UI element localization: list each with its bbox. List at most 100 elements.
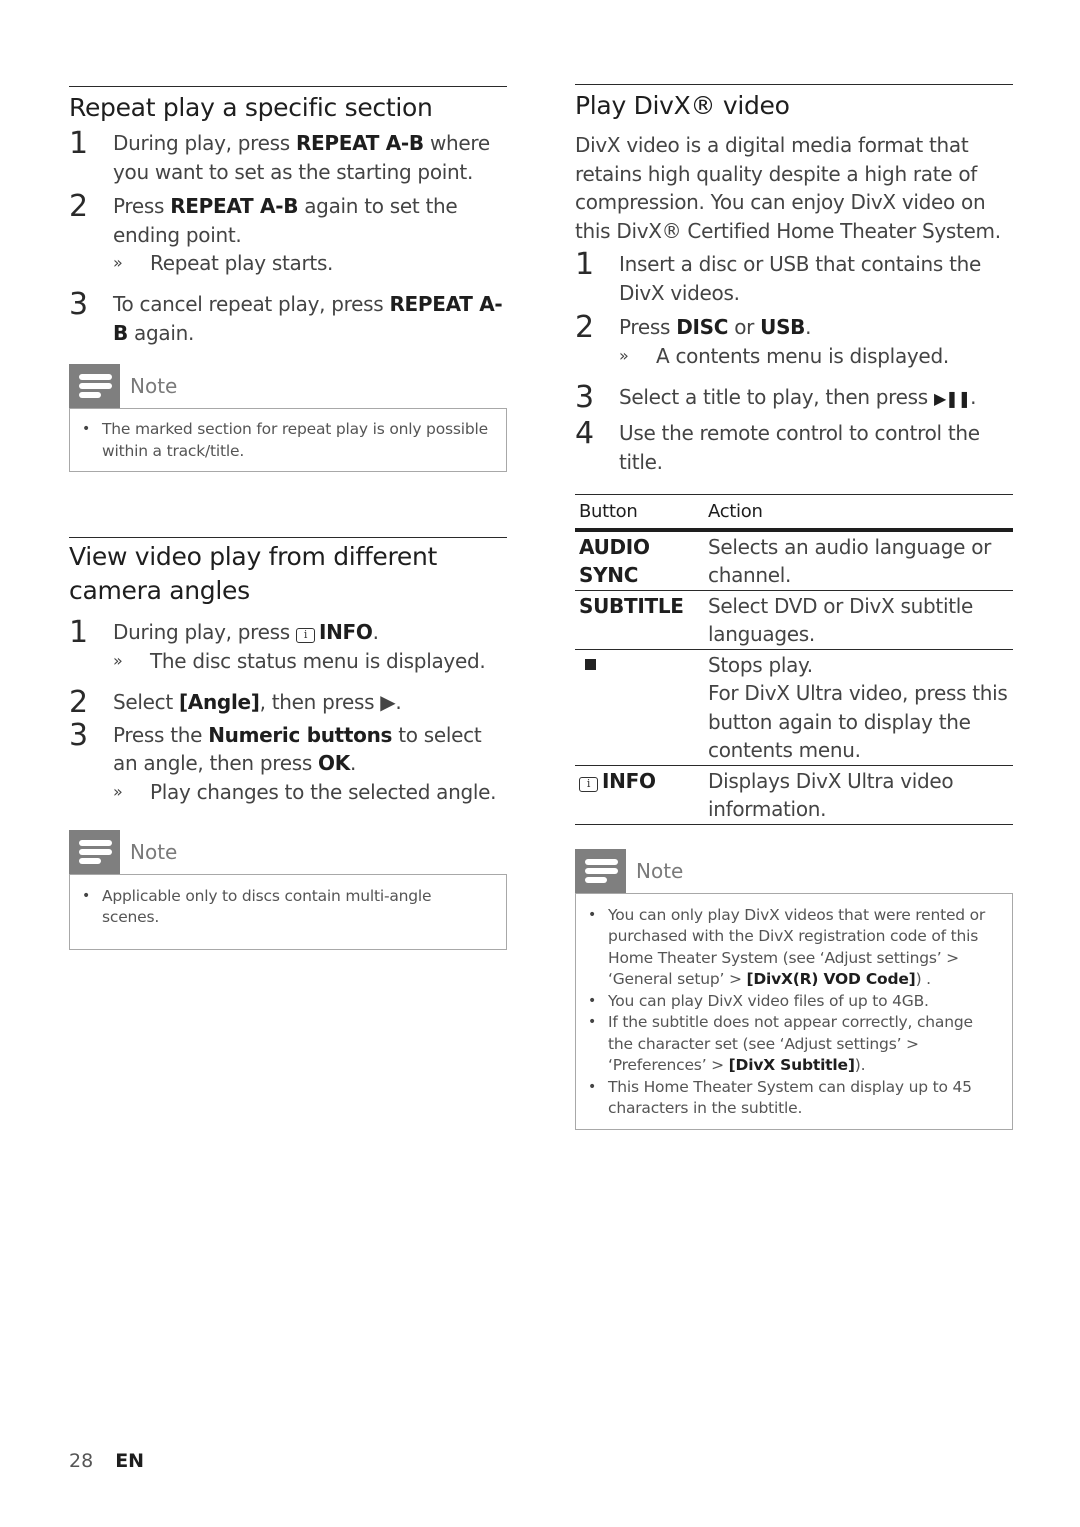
page-number: 28 xyxy=(69,1450,94,1472)
step-text: Press DISC or USB. xyxy=(619,315,812,339)
button-name: Numeric buttons xyxy=(208,722,393,747)
language-code: EN xyxy=(115,1450,145,1472)
step-text: During play, press i INFO. xyxy=(113,620,379,644)
section-title: Play DivX® video xyxy=(575,91,790,120)
step-text: Press REPEAT A-B again to set the ending… xyxy=(113,194,458,247)
step-text: Use the remote control to control the ti… xyxy=(619,421,980,474)
step-text: To cancel repeat play, press REPEAT A-B … xyxy=(113,292,503,345)
note-bullet: • You can play DivX video files of up to … xyxy=(588,991,998,1013)
stop-icon xyxy=(585,658,596,670)
section-camera-angles: View video play from different camera an… xyxy=(69,537,507,950)
note-label: Note xyxy=(636,858,684,883)
step-2: 2 Press REPEAT A-B again to set the endi… xyxy=(69,192,507,277)
action-cell: Selects an audio language or channel. xyxy=(704,529,1013,591)
button-cell: AUDIO SYNC xyxy=(575,529,704,591)
info-icon: i xyxy=(579,776,598,792)
step-1: 1 During play, press REPEAT A-B where yo… xyxy=(69,129,507,186)
note-box: Note • The marked section for repeat play… xyxy=(69,364,507,472)
table-row: Stops play. For DivX Ultra video, press … xyxy=(575,649,1013,766)
step-number: 2 xyxy=(575,310,595,345)
note-icon xyxy=(69,364,120,408)
section-rule xyxy=(575,84,1013,85)
section-rule xyxy=(69,86,507,87)
result-marker-icon: » xyxy=(113,650,123,670)
note-icon xyxy=(69,829,120,874)
page-footer: 28 EN xyxy=(69,1450,144,1472)
action-cell: Displays DivX Ultra video information. xyxy=(704,765,1013,825)
bullet-icon: • xyxy=(588,906,597,923)
menu-option: [DivX(R) VOD Code] xyxy=(746,970,916,988)
note-bullet: • Applicable only to discs contain multi-… xyxy=(82,886,492,929)
step-result: » A contents menu is displayed. xyxy=(619,343,949,368)
step-text: Insert a disc or USB that contains the D… xyxy=(619,252,981,305)
button-name: USB xyxy=(760,315,806,339)
step-2: 2 Select [Angle], then press ▶. xyxy=(69,684,507,720)
result-marker-icon: » xyxy=(619,345,629,365)
step-text: During play, press REPEAT A-B where you … xyxy=(113,131,490,184)
step-number: 1 xyxy=(575,247,595,282)
step-result: » Repeat play starts. xyxy=(113,251,334,275)
table-row: AUDIO SYNC Selects an audio language or … xyxy=(575,529,1013,591)
note-box: Note • You can only play DivX videos that… xyxy=(575,848,1013,1130)
note-box: Note • Applicable only to discs contain m… xyxy=(69,829,507,950)
table-header-row: Button Action xyxy=(575,494,1013,532)
button-action-table: Button Action AUDIO SYNC Selects an audi… xyxy=(575,494,1013,825)
step-number: 3 xyxy=(575,379,595,415)
step-number: 2 xyxy=(69,684,89,720)
action-cell: Select DVD or DivX subtitle languages. xyxy=(704,590,1013,650)
button-name: REPEAT A-B xyxy=(170,194,299,218)
result-marker-icon: » xyxy=(113,781,123,801)
button-cell xyxy=(575,649,704,766)
note-label: Note xyxy=(130,374,178,398)
step-4: 4 Use the remote control to control the … xyxy=(575,419,1013,476)
button-name: REPEAT A-B xyxy=(295,131,424,155)
step-result: » The disc status menu is displayed. xyxy=(113,648,486,673)
section-repeat-ab: Repeat play a specific section 1 During … xyxy=(69,86,507,472)
step-text: Select [Angle], then press ▶. xyxy=(113,689,402,714)
note-bullet: • You can only play DivX videos that were… xyxy=(588,905,998,991)
column-header-button: Button xyxy=(575,494,704,532)
menu-option: [DivX Subtitle] xyxy=(728,1056,855,1074)
button-cell: SUBTITLE xyxy=(575,590,704,650)
button-name: DISC xyxy=(676,315,729,339)
button-name: OK xyxy=(318,751,350,775)
note-bullet: • The marked section for repeat play is o… xyxy=(82,419,492,462)
intro-paragraph: DivX video is a digital media format tha… xyxy=(575,133,1001,243)
step-3: 3 Select a title to play, then press ▶❚❚… xyxy=(575,379,1013,415)
menu-option: [Angle] xyxy=(178,689,260,714)
step-2: 2 Press DISC or USB. » A contents menu is… xyxy=(575,313,1013,370)
button-cell: i INFO xyxy=(575,765,704,825)
step-result: » Play changes to the selected angle. xyxy=(113,779,497,804)
bullet-icon: • xyxy=(82,887,91,904)
info-icon: i xyxy=(295,628,315,643)
section-rule xyxy=(69,537,507,538)
step-1: 1 During play, press i INFO. » The disc st… xyxy=(69,618,507,675)
play-pause-icon: ▶❚❚ xyxy=(933,388,971,408)
step-text: Press the Numeric buttons to select an a… xyxy=(113,722,482,776)
note-bullet: • If the subtitle does not appear correct… xyxy=(588,1012,998,1077)
step-number: 1 xyxy=(69,126,89,161)
note-icon xyxy=(575,848,626,893)
step-3: 3 Press the Numeric buttons to select an… xyxy=(69,717,507,806)
step-number: 3 xyxy=(69,717,89,753)
section-title: Repeat play a specific section xyxy=(69,93,433,122)
section-play-divx: Play DivX® video DivX video is a digital… xyxy=(575,84,1013,1130)
note-bullet: • This Home Theater System can display up… xyxy=(588,1077,998,1120)
step-number: 1 xyxy=(69,615,89,650)
step-3: 3 To cancel repeat play, press REPEAT A-… xyxy=(69,290,507,347)
table-row: SUBTITLE Select DVD or DivX subtitle lan… xyxy=(575,590,1013,650)
bullet-icon: • xyxy=(588,1014,597,1030)
bullet-icon: • xyxy=(82,421,91,437)
step-number: 4 xyxy=(575,416,595,451)
button-name: INFO xyxy=(318,620,373,644)
step-1: 1 Insert a disc or USB that contains the… xyxy=(575,250,1013,307)
note-label: Note xyxy=(130,839,178,864)
result-marker-icon: » xyxy=(113,253,123,272)
bullet-icon: • xyxy=(588,992,597,1009)
step-number: 3 xyxy=(69,287,89,322)
step-text: Select a title to play, then press ▶❚❚. xyxy=(619,384,977,409)
action-cell: Stops play. For DivX Ultra video, press … xyxy=(704,649,1013,766)
section-title: View video play from different camera an… xyxy=(69,542,438,605)
table-row: i INFO Displays DivX Ultra video informat… xyxy=(575,765,1013,825)
step-number: 2 xyxy=(69,189,89,224)
